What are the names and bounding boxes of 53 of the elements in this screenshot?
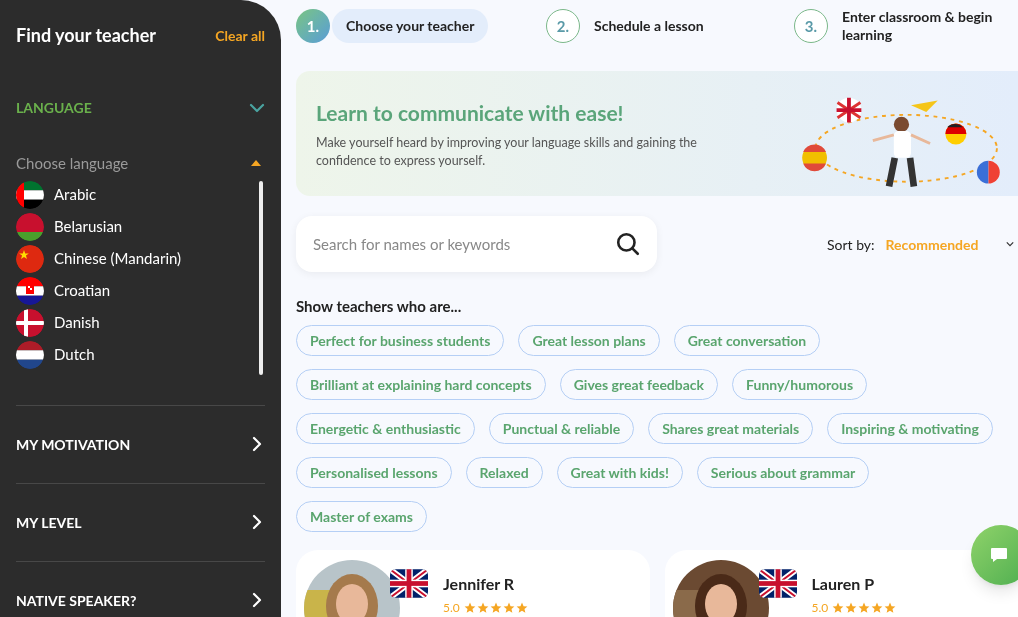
sidebar-title: Find your teacher — [16, 23, 156, 48]
language-option[interactable]: Belarusian — [16, 212, 259, 241]
star-icon — [871, 601, 884, 614]
flag-icon — [16, 340, 44, 369]
language-option[interactable]: Croatian — [16, 276, 259, 305]
star-icon — [515, 601, 528, 614]
teacher-card[interactable]: Jennifer R 5.0 — [296, 549, 650, 617]
chat-button[interactable] — [971, 525, 1018, 585]
scrollbar[interactable] — [259, 180, 263, 375]
step-number: 3. — [794, 9, 828, 43]
flag-icon — [16, 212, 44, 241]
language-option[interactable]: Chinese (Mandarin) — [16, 244, 259, 273]
filter-section-header[interactable]: MY LEVEL — [16, 483, 265, 561]
language-dropdown-placeholder[interactable]: Choose language — [16, 152, 129, 175]
step-label: Schedule a lesson — [594, 17, 704, 35]
sort-label: Sort by: — [827, 234, 875, 255]
filter-heading: Show teachers who are... — [296, 296, 463, 317]
step-number: 2. — [546, 9, 580, 43]
filter-section-header[interactable]: NATIVE SPEAKER? — [16, 561, 265, 617]
star-icon — [832, 601, 845, 614]
language-option[interactable]: Arabic — [16, 180, 259, 209]
chat-icon — [989, 545, 1009, 565]
flag-icon — [758, 568, 797, 598]
flag-icon — [16, 276, 44, 305]
star-icon — [858, 601, 871, 614]
teacher-card[interactable]: Lauren P 5.0 — [664, 549, 1018, 617]
star-icon — [502, 601, 515, 614]
filter-section-header[interactable]: MY MOTIVATION — [16, 405, 265, 483]
banner-text: Make yourself heard by improving your language skills and gaining the confidence to express yourself. — [316, 134, 698, 171]
clear-all-link[interactable]: Clear all — [215, 25, 265, 46]
star-icon — [476, 601, 489, 614]
language-option[interactable]: Dutch — [16, 340, 259, 369]
step-number: 1. — [296, 9, 330, 43]
flag-icon — [16, 244, 44, 273]
caret-down-icon — [1006, 241, 1015, 247]
teacher-name[interactable]: Jennifer R — [443, 571, 528, 596]
step-label: Enter classroom & begin learning — [842, 8, 994, 44]
search-field[interactable]: Search for names or keywords — [296, 216, 657, 272]
flag-icon — [390, 568, 428, 598]
star-icon — [489, 601, 502, 614]
rating-value: 5.0 — [443, 598, 460, 617]
flag-icon — [16, 308, 44, 337]
star-icon — [463, 601, 476, 614]
filter-section-header[interactable]: LANGUAGE — [16, 97, 265, 118]
flag-icon — [16, 180, 44, 209]
star-icon — [884, 601, 897, 614]
search-icon[interactable] — [615, 231, 641, 257]
step-label: Choose your teacher — [332, 9, 489, 43]
banner-title: Learn to communicate with ease! — [316, 98, 625, 127]
rating-value: 5.0 — [811, 598, 829, 617]
star-icon — [845, 601, 858, 614]
language-option[interactable]: Danish — [16, 308, 259, 337]
teacher-name[interactable]: Lauren P — [811, 571, 897, 596]
